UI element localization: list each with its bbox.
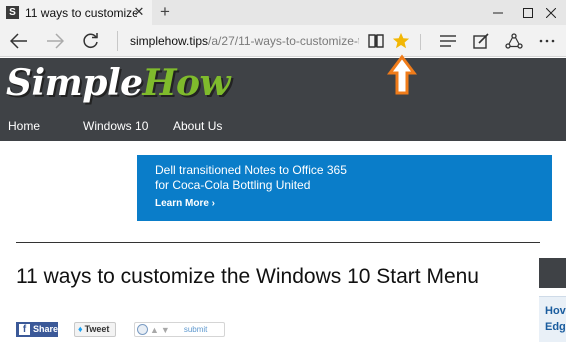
downvote-arrow-icon[interactable]: ▼ — [161, 325, 170, 335]
refresh-icon[interactable] — [79, 29, 103, 53]
url-path: /a/27/11-ways-to-customize-the-winc — [208, 34, 359, 48]
forward-arrow-icon[interactable] — [43, 29, 67, 53]
web-note-icon[interactable] — [469, 29, 493, 53]
tab-title: 11 ways to customize the — [25, 5, 137, 20]
facebook-share-button[interactable]: f Share — [16, 322, 58, 337]
address-bar[interactable]: simplehow.tips/a/27/11-ways-to-customize… — [117, 31, 359, 51]
article-title: 11 ways to customize the Windows 10 Star… — [16, 265, 479, 288]
facebook-icon: f — [19, 324, 30, 335]
twitter-bird-icon: ♦ — [78, 324, 83, 334]
logo-how: How — [142, 62, 231, 104]
reddit-submit-label: submit — [183, 325, 208, 334]
site-favicon: S — [6, 6, 19, 19]
content-divider — [16, 242, 540, 243]
title-bar: S 11 ways to customize the ✕ + — [0, 0, 566, 25]
nav-about-us[interactable]: About Us — [173, 119, 222, 133]
ad-line-2: for Coca-Cola Bottling United — [155, 178, 311, 192]
browser-tab[interactable]: S 11 ways to customize the ✕ — [0, 0, 152, 25]
hub-icon[interactable] — [436, 29, 460, 53]
navigation-toolbar: simplehow.tips/a/27/11-ways-to-customize… — [0, 25, 566, 57]
tweet-label: Tweet — [84, 324, 110, 334]
sidebar-text-line-1[interactable]: Hov — [545, 305, 566, 317]
nav-windows-10[interactable]: Windows 10 — [83, 119, 148, 133]
url-domain: simplehow.tips — [130, 34, 209, 48]
share-icon[interactable] — [502, 29, 526, 53]
sidebar-header-block — [539, 258, 566, 288]
site-logo[interactable]: SimpleHow — [6, 62, 231, 104]
reddit-alien-icon — [137, 324, 148, 335]
annotation-arrow-icon — [386, 54, 418, 96]
favorite-star-icon[interactable] — [389, 29, 413, 53]
upvote-arrow-icon[interactable]: ▲ — [150, 325, 159, 335]
window-close-icon[interactable] — [535, 0, 566, 25]
browser-window: S 11 ways to customize the ✕ + simplehow… — [0, 0, 566, 354]
facebook-share-label: Share — [32, 324, 58, 334]
new-tab-icon[interactable]: + — [156, 2, 174, 22]
back-arrow-icon[interactable] — [7, 29, 31, 53]
sidebar-promo-box[interactable] — [539, 296, 566, 342]
tweet-button[interactable]: ♦ Tweet — [74, 322, 116, 337]
more-menu-icon[interactable] — [535, 29, 559, 53]
site-header: SimpleHow Home Windows 10 About Us — [0, 58, 566, 141]
nav-home[interactable]: Home — [8, 119, 40, 133]
sidebar-text-line-2[interactable]: Edg — [545, 321, 566, 333]
ad-line-1: Dell transitioned Notes to Office 365 — [155, 163, 347, 177]
ad-learn-more-link[interactable]: Learn More › — [155, 198, 215, 209]
toolbar-divider — [420, 34, 421, 50]
reddit-submit-button[interactable]: ▲ ▼ submit — [134, 322, 225, 337]
reading-view-icon[interactable] — [364, 29, 388, 53]
logo-simple: Simple — [6, 62, 143, 104]
ad-banner[interactable]: Dell transitioned Notes to Office 365 fo… — [137, 155, 552, 221]
tab-close-icon[interactable]: ✕ — [132, 4, 146, 20]
